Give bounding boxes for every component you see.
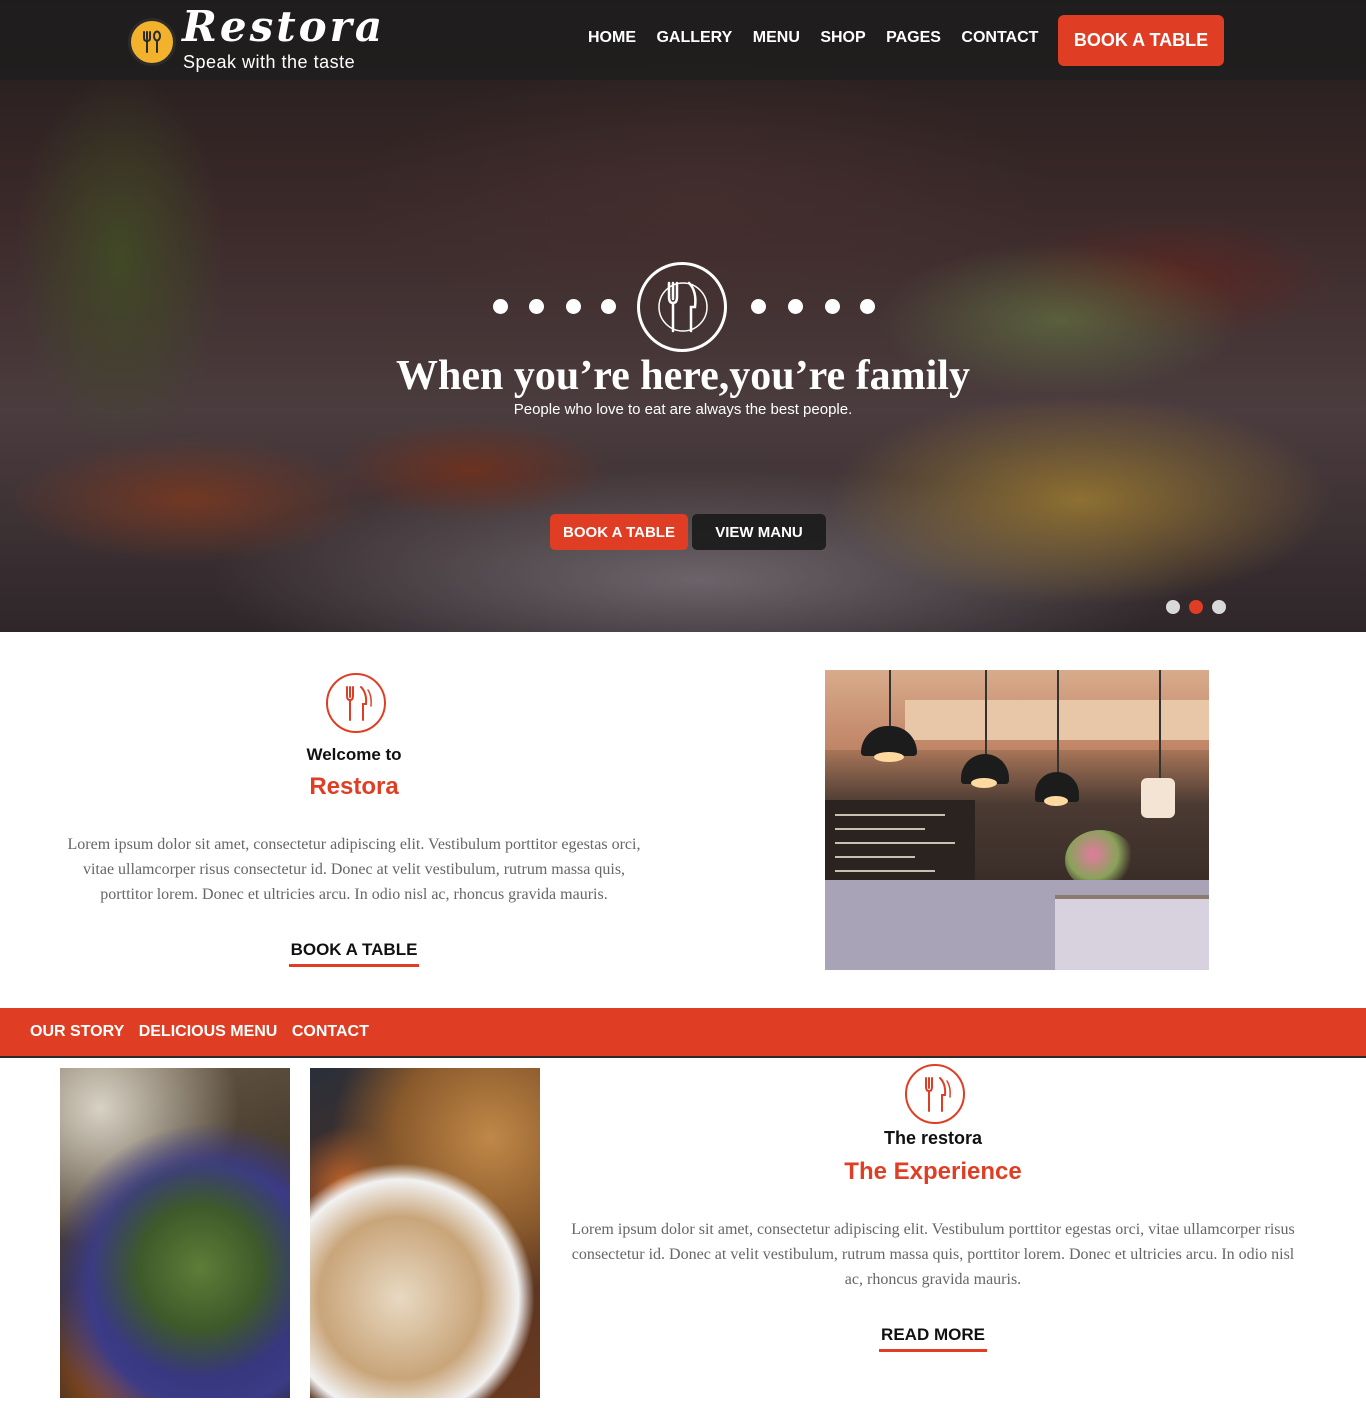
section-nav-bar: OUR STORY DELICIOUS MENU CONTACT <box>0 1008 1366 1058</box>
brand-logo[interactable]: Restora Speak with the taste <box>126 2 386 76</box>
read-more-link[interactable]: READ MORE <box>879 1325 987 1352</box>
view-menu-button[interactable]: VIEW MANU <box>692 514 826 550</box>
experience-title: The Experience <box>844 1158 1022 1185</box>
welcome-book-table-link[interactable]: BOOK A TABLE <box>289 940 419 967</box>
nav-contact[interactable]: CONTACT <box>961 29 1038 47</box>
slide-dot-1[interactable] <box>1166 600 1180 614</box>
nav-menu[interactable]: MENU <box>753 29 800 47</box>
nav-shop[interactable]: SHOP <box>820 29 865 47</box>
hero-banner: Restora Speak with the taste HOME GALLER… <box>0 0 1366 632</box>
decor-dot <box>529 299 544 314</box>
nav-section-contact[interactable]: CONTACT <box>292 1023 369 1041</box>
main-nav: HOME GALLERY MENU SHOP PAGES CONTACT <box>580 29 1046 51</box>
hero-subtitle: People who love to eat are always the be… <box>513 401 853 418</box>
nav-home[interactable]: HOME <box>588 29 636 47</box>
fork-knife-plate-icon <box>637 262 727 352</box>
experience-section: The restora The Experience Lorem ipsum d… <box>0 1058 1366 1408</box>
decor-dot <box>601 299 616 314</box>
slide-dot-3[interactable] <box>1212 600 1226 614</box>
fork-knife-plate-icon <box>905 1064 965 1124</box>
restaurant-interior-photo <box>825 670 1209 970</box>
nav-delicious-menu[interactable]: DELICIOUS MENU <box>139 1023 278 1041</box>
book-table-button[interactable]: BOOK A TABLE <box>1058 15 1224 66</box>
welcome-title: Restora <box>309 773 399 800</box>
top-navbar: Restora Speak with the taste HOME GALLER… <box>0 0 1366 80</box>
decor-dot <box>788 299 803 314</box>
decor-dot <box>860 299 875 314</box>
brand-tagline: Speak with the taste <box>183 52 356 72</box>
decor-dot <box>825 299 840 314</box>
nav-pages[interactable]: PAGES <box>886 29 941 47</box>
experience-text: Lorem ipsum dolor sit amet, consectetur … <box>571 1221 1295 1288</box>
salad-plate-photo <box>60 1068 290 1398</box>
hero-book-table-button[interactable]: BOOK A TABLE <box>550 514 688 550</box>
decor-dot <box>751 299 766 314</box>
decor-dot <box>566 299 581 314</box>
fork-spoon-icon <box>128 18 176 66</box>
welcome-text: Lorem ipsum dolor sit amet, consectetur … <box>67 836 641 903</box>
welcome-section: Welcome to Restora Lorem ipsum dolor sit… <box>0 632 1366 1008</box>
fork-knife-plate-icon <box>326 673 386 733</box>
experience-pretitle: The restora <box>883 1128 983 1148</box>
hero-emblem <box>490 262 876 352</box>
nav-gallery[interactable]: GALLERY <box>656 29 732 47</box>
slider-pagination <box>1166 600 1236 614</box>
welcome-pretitle: Welcome to <box>306 745 402 764</box>
decor-dot <box>493 299 508 314</box>
slide-dot-2[interactable] <box>1189 600 1203 614</box>
bean-salad-photo <box>310 1068 540 1398</box>
nav-our-story[interactable]: OUR STORY <box>30 1023 124 1041</box>
hero-title: When you’re here,you’re family <box>396 353 970 399</box>
brand-name: Restora <box>182 2 386 51</box>
